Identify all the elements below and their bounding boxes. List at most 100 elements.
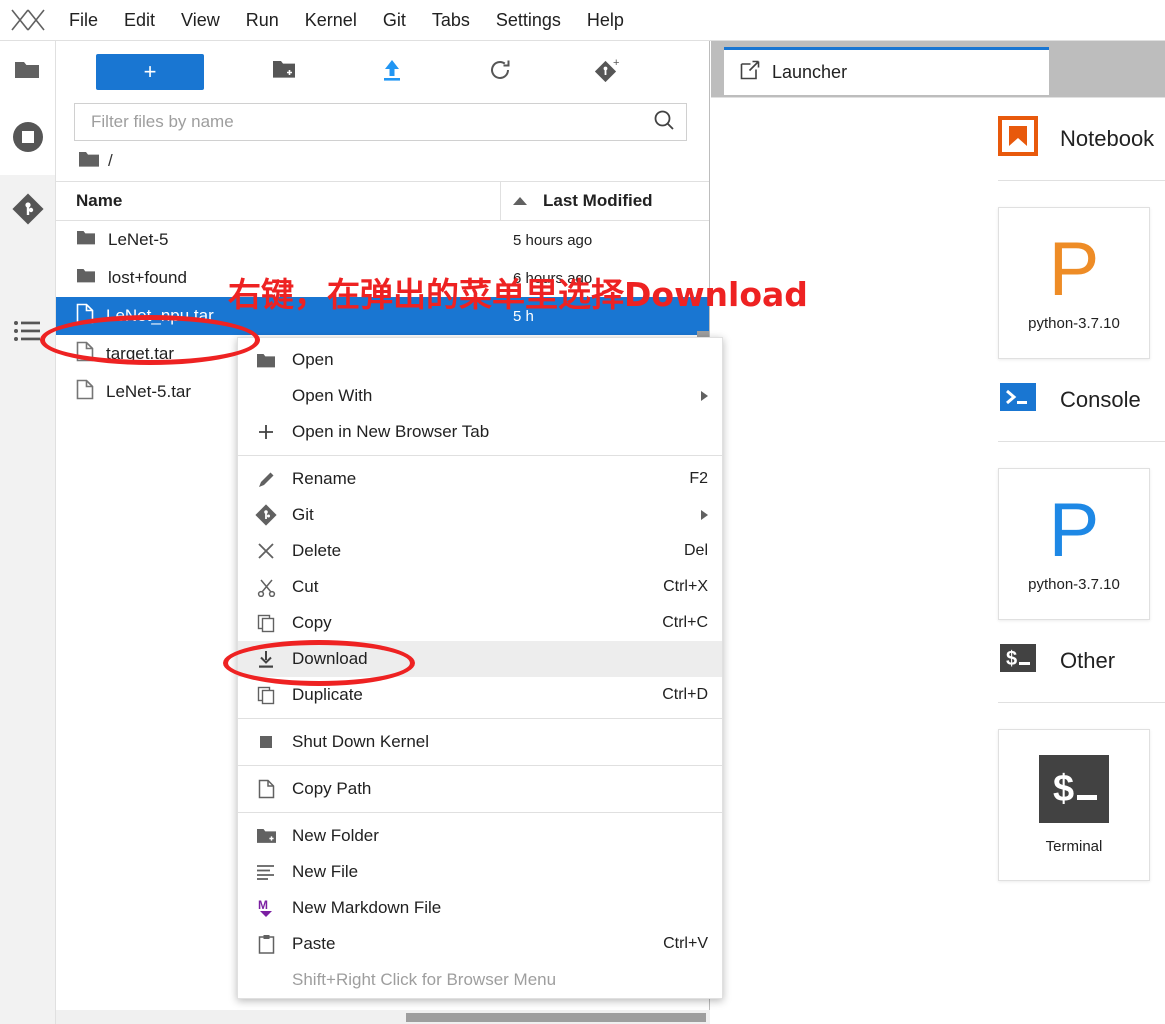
copy-icon bbox=[250, 614, 282, 633]
new-folder-button[interactable] bbox=[260, 52, 308, 92]
context-menu-item-copy[interactable]: Copy Ctrl+C bbox=[238, 605, 722, 641]
stop-square-icon bbox=[250, 734, 282, 750]
tab-launcher[interactable]: Launcher bbox=[724, 47, 1049, 95]
context-menu-label: Copy Path bbox=[292, 779, 372, 798]
sidebar-item-git[interactable] bbox=[0, 175, 55, 247]
context-menu-shortcut: F2 bbox=[689, 470, 708, 487]
context-menu-label: Open bbox=[292, 350, 334, 369]
copy-icon bbox=[250, 686, 282, 705]
refresh-button[interactable] bbox=[476, 52, 524, 92]
folder-icon bbox=[76, 267, 96, 289]
context-menu-item-rename[interactable]: Rename F2 bbox=[238, 461, 722, 497]
folder-icon bbox=[76, 229, 96, 251]
context-menu-item-copy-path[interactable]: Copy Path bbox=[238, 771, 722, 807]
new-launcher-button[interactable]: + bbox=[96, 54, 204, 90]
context-menu-shortcut: Ctrl+V bbox=[663, 935, 708, 952]
menu-help[interactable]: Help bbox=[574, 6, 637, 34]
folder-icon[interactable] bbox=[14, 59, 40, 86]
scrollbar-thumb[interactable] bbox=[406, 1013, 706, 1022]
context-menu-item-git[interactable]: Git bbox=[238, 497, 722, 533]
launcher-card-label: Terminal bbox=[1045, 838, 1103, 855]
search-input[interactable] bbox=[89, 111, 652, 133]
close-x-icon bbox=[250, 542, 282, 560]
context-menu-label: Shut Down Kernel bbox=[292, 732, 430, 751]
context-menu-item-open-with[interactable]: Open With bbox=[238, 378, 722, 414]
folder-icon[interactable] bbox=[78, 150, 100, 173]
context-menu-item-download[interactable]: Download bbox=[238, 641, 722, 677]
menu-bar: File Edit View Run Kernel Git Tabs Setti… bbox=[0, 0, 1165, 41]
breadcrumb[interactable]: / bbox=[56, 141, 709, 181]
context-menu-item-open-in-new-browser-tab[interactable]: Open in New Browser Tab bbox=[238, 414, 722, 450]
context-menu-item-shut-down-kernel[interactable]: Shut Down Kernel bbox=[238, 724, 722, 760]
sort-ascending-caret-icon bbox=[513, 197, 527, 205]
pencil-icon bbox=[250, 470, 282, 489]
context-menu-shortcut: Ctrl+X bbox=[663, 578, 708, 595]
column-header-name[interactable]: Name bbox=[56, 182, 501, 220]
column-header-last-modified[interactable]: Last Modified bbox=[501, 182, 709, 220]
launcher-card-console-python[interactable]: P python-3.7.10 bbox=[998, 468, 1150, 620]
breadcrumb-path[interactable]: / bbox=[108, 151, 113, 171]
svg-text:M: M bbox=[258, 898, 268, 912]
menu-settings[interactable]: Settings bbox=[483, 6, 574, 34]
menu-view[interactable]: View bbox=[168, 6, 233, 34]
notebook-bookmark-icon bbox=[998, 116, 1038, 162]
context-menu-item-new-folder[interactable]: New Folder bbox=[238, 818, 722, 854]
context-menu-label: Open in New Browser Tab bbox=[292, 422, 490, 441]
menu-edit[interactable]: Edit bbox=[111, 6, 168, 34]
python-kernel-icon: P bbox=[1048, 226, 1100, 312]
launcher-section-title: Notebook bbox=[1060, 126, 1155, 151]
context-menu-label: New File bbox=[292, 862, 359, 881]
context-menu-item-duplicate[interactable]: Duplicate Ctrl+D bbox=[238, 677, 722, 713]
menu-kernel[interactable]: Kernel bbox=[292, 6, 370, 34]
context-menu-shortcut: Ctrl+D bbox=[662, 686, 708, 703]
chevron-right-icon bbox=[701, 510, 708, 520]
filter-box[interactable] bbox=[74, 103, 687, 141]
menu-tabs[interactable]: Tabs bbox=[419, 6, 483, 34]
menu-run[interactable]: Run bbox=[233, 6, 292, 34]
list-icon bbox=[13, 318, 43, 349]
context-menu-item-new-markdown-file[interactable]: M New Markdown File bbox=[238, 890, 722, 926]
table-row[interactable]: LeNet-5 5 hours ago bbox=[56, 221, 709, 259]
context-menu-label: Shift+Right Click for Browser Menu bbox=[292, 970, 557, 989]
upload-arrow-icon bbox=[380, 58, 404, 87]
git-clone-button[interactable]: + bbox=[584, 52, 632, 92]
file-browser-horizontal-scrollbar[interactable] bbox=[56, 1010, 710, 1024]
menu-git[interactable]: Git bbox=[370, 6, 419, 34]
file-row-name[interactable]: LeNet-5 bbox=[76, 229, 501, 251]
jupyter-logo-icon[interactable] bbox=[0, 0, 56, 40]
tab-label: Launcher bbox=[772, 62, 848, 82]
terminal-prompt-icon: $ bbox=[998, 638, 1038, 684]
launcher-section-header: Notebook bbox=[998, 98, 1165, 162]
sidebar-item-toc[interactable] bbox=[0, 297, 55, 369]
svg-text:+: + bbox=[613, 58, 619, 69]
context-menu-label: New Folder bbox=[292, 826, 379, 845]
context-menu-label: Paste bbox=[292, 934, 336, 953]
launcher-icon bbox=[740, 60, 760, 85]
launcher-card-terminal[interactable]: $ Terminal bbox=[998, 729, 1150, 881]
launcher-card-label: python-3.7.10 bbox=[1028, 575, 1120, 593]
sidebar-item-running[interactable] bbox=[0, 103, 55, 175]
context-menu-item-cut[interactable]: Cut Ctrl+X bbox=[238, 569, 722, 605]
launcher-card-label: python-3.7.10 bbox=[1028, 314, 1120, 332]
launcher-card-notebook-python[interactable]: P python-3.7.10 bbox=[998, 207, 1150, 359]
new-folder-icon bbox=[250, 827, 282, 845]
tab-bar: Launcher bbox=[711, 41, 1165, 97]
launcher-panel: Notebook P python-3.7.10 Console P pytho… bbox=[711, 97, 1165, 1024]
context-menu-label: Cut bbox=[292, 577, 319, 596]
context-menu-item-open[interactable]: Open bbox=[238, 342, 722, 378]
file-icon bbox=[76, 379, 94, 405]
console-prompt-icon bbox=[998, 377, 1038, 423]
markdown-icon: M bbox=[250, 898, 282, 918]
upload-button[interactable] bbox=[368, 52, 416, 92]
menu-file[interactable]: File bbox=[56, 6, 111, 34]
context-menu-item-paste[interactable]: Paste Ctrl+V bbox=[238, 926, 722, 962]
context-menu-item-new-file[interactable]: New File bbox=[238, 854, 722, 890]
launcher-section-notebook: Notebook bbox=[711, 98, 1165, 162]
context-menu-label: Delete bbox=[292, 541, 342, 560]
text-lines-icon bbox=[250, 863, 282, 881]
menu-separator bbox=[238, 765, 722, 766]
context-menu-label: Open With bbox=[292, 386, 373, 405]
context-menu-item-delete[interactable]: Delete Del bbox=[238, 533, 722, 569]
launcher-section-divider bbox=[998, 441, 1165, 442]
search-icon[interactable] bbox=[652, 108, 676, 137]
